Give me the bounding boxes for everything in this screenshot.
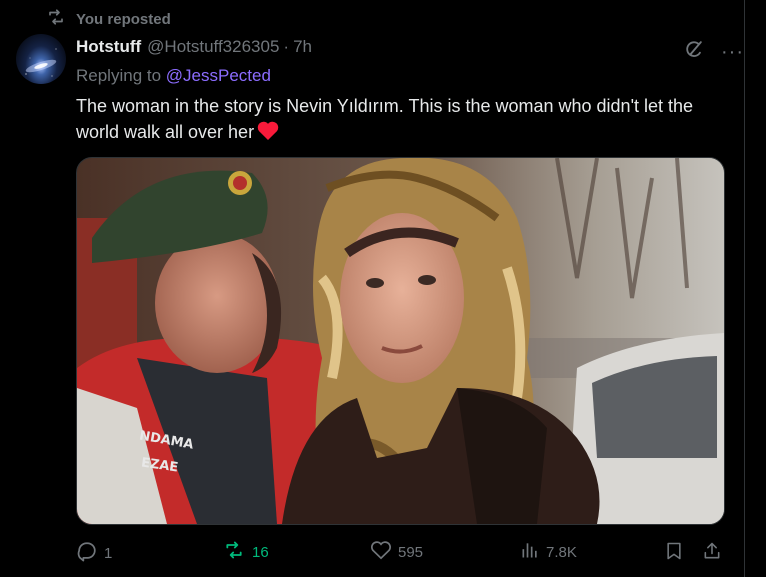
galaxy-image <box>25 48 57 77</box>
reply-button[interactable]: 1 <box>76 540 112 566</box>
reply-count: 1 <box>104 544 113 562</box>
tweet-header: Hotstuff @Hotstuff326305 · 7h <box>76 36 738 58</box>
column-border <box>744 0 745 577</box>
repost-count: 16 <box>252 543 269 561</box>
more-options-icon[interactable]: ··· <box>721 42 744 62</box>
display-name[interactable]: Hotstuff <box>76 37 141 57</box>
repost-icon <box>46 8 66 31</box>
repost-icon-active <box>222 540 246 564</box>
separator: · <box>283 37 290 56</box>
mention-link[interactable]: @JessPected <box>166 66 271 85</box>
avatar[interactable] <box>16 34 66 84</box>
like-button[interactable]: 595 <box>370 540 423 564</box>
replying-prefix: Replying to <box>76 66 162 85</box>
timestamp[interactable]: 7h <box>293 37 312 57</box>
tweet-photo[interactable]: NDAMA EZAE <box>76 157 725 525</box>
red-heart-emoji-icon <box>256 120 280 148</box>
like-count: 595 <box>398 543 424 561</box>
views-button[interactable]: 7.8K <box>520 540 577 564</box>
heart-icon <box>370 540 392 564</box>
bookmark-icon <box>664 540 684 566</box>
header-actions: ··· <box>683 38 744 65</box>
user-handle[interactable]: @Hotstuff326305 <box>147 37 279 57</box>
share-button[interactable] <box>702 540 722 566</box>
tweet-body: The woman in the story is Nevin Yıldırım… <box>76 96 694 142</box>
action-bar: 1 16 595 7.8K <box>76 540 726 564</box>
grok-icon[interactable] <box>683 38 705 65</box>
replying-to: Replying to @JessPected <box>76 66 271 86</box>
repost-label: You reposted <box>76 10 171 28</box>
bookmark-button[interactable] <box>664 540 684 566</box>
views-count: 7.8K <box>546 543 577 561</box>
repost-button[interactable]: 16 <box>222 540 269 564</box>
repost-context: You reposted <box>46 8 171 30</box>
share-icon <box>702 540 722 566</box>
tweet-text: The woman in the story is Nevin Yıldırım… <box>76 93 726 148</box>
reply-icon <box>76 540 98 566</box>
views-chart-icon <box>520 540 540 564</box>
